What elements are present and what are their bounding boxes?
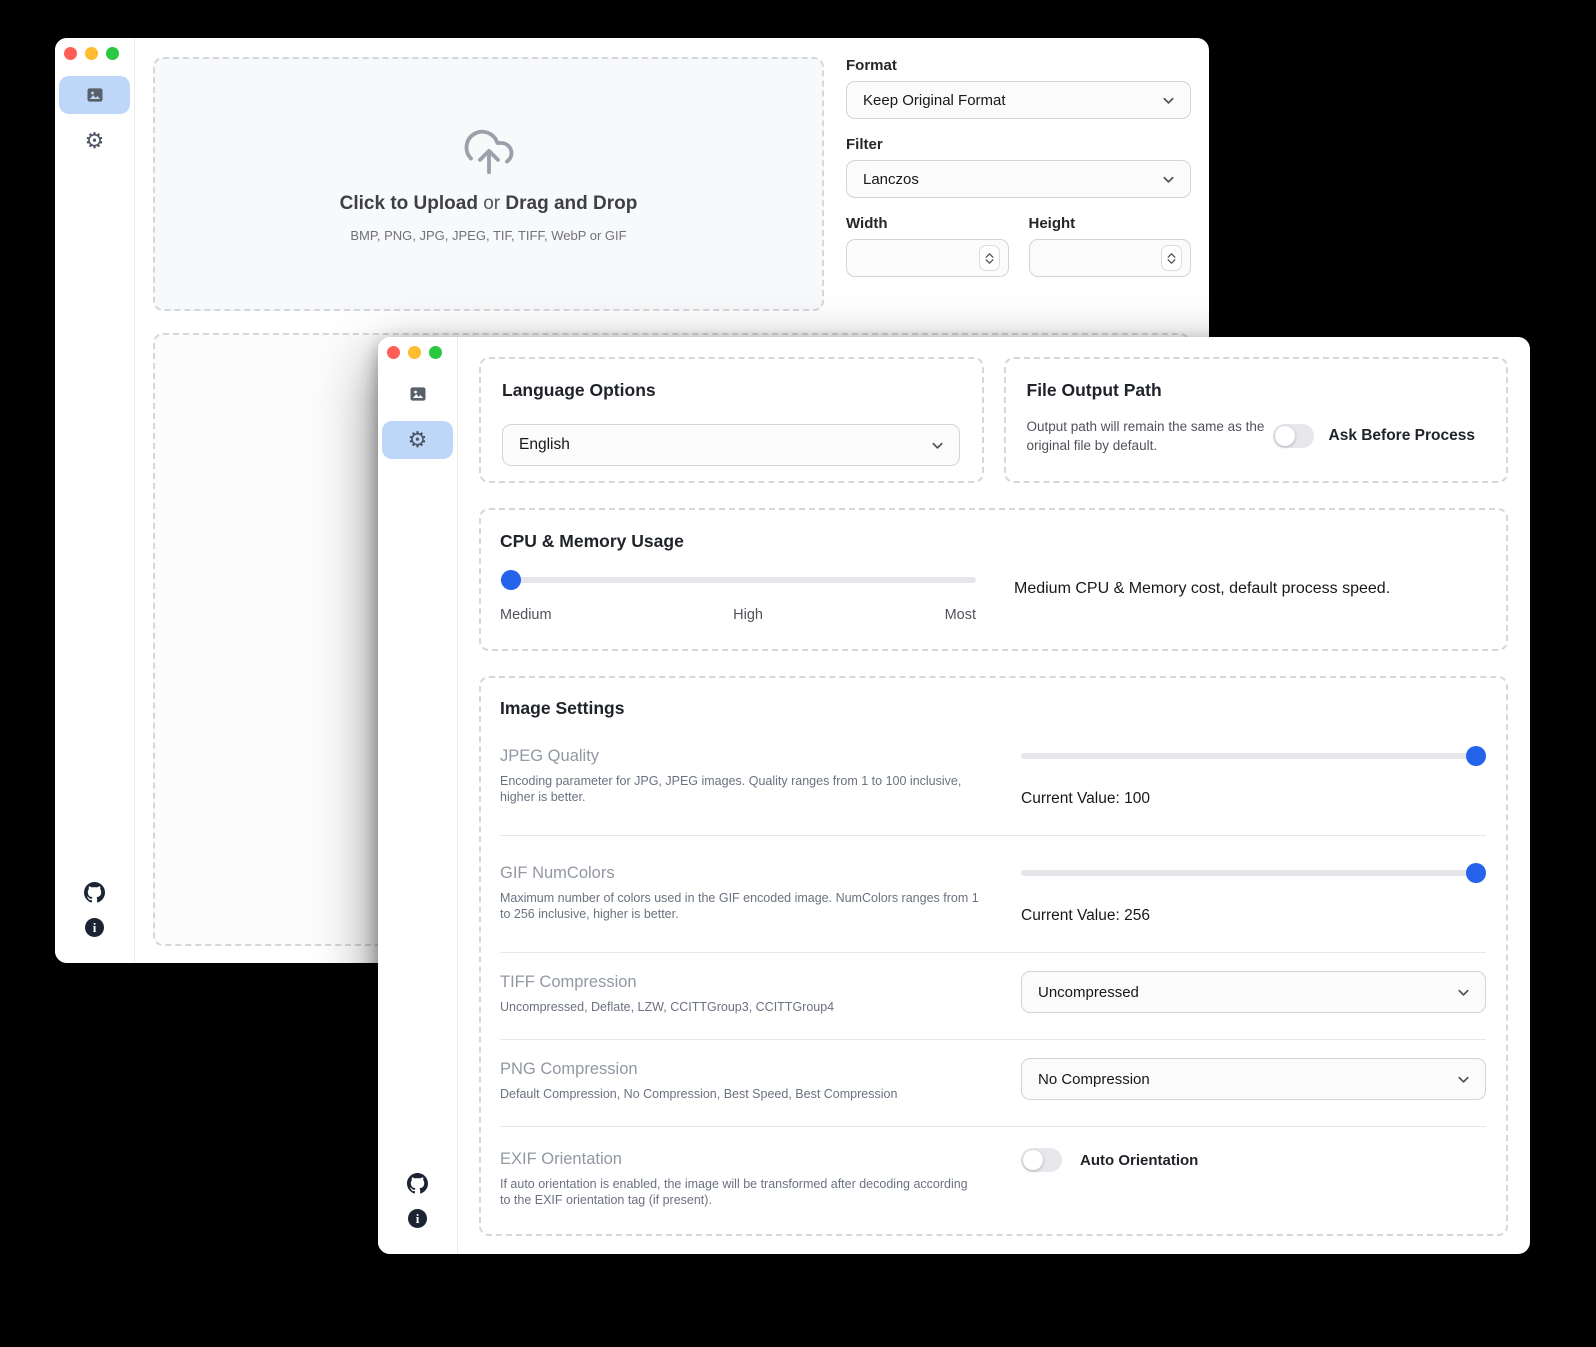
close-button[interactable] (387, 346, 400, 359)
cpu-tick-high: High (733, 607, 763, 623)
gear-icon: ⚙ (408, 429, 428, 451)
filter-select-value: Lanczos (863, 171, 919, 188)
sidebar: ⚙ i (378, 337, 458, 1254)
filter-label: Filter (846, 136, 1191, 153)
setting-title: GIF NumColors (500, 862, 980, 884)
output-path-description: Output path will remain the same as the … (1027, 417, 1267, 455)
setting-description: Uncompressed, Deflate, LZW, CCITTGroup3,… (500, 999, 980, 1015)
info-icon[interactable]: i (85, 918, 104, 937)
tiff-compression-value: Uncompressed (1038, 984, 1139, 1001)
sidebar: ⚙ i (55, 38, 135, 963)
setting-row-jpeg-quality: JPEG Quality Encoding parameter for JPG,… (500, 719, 1486, 836)
slider-thumb[interactable] (1466, 863, 1486, 883)
setting-row-exif-orientation: EXIF Orientation If auto orientation is … (500, 1127, 1486, 1234)
chevron-down-icon (930, 438, 945, 453)
cloud-upload-icon (462, 125, 516, 179)
upload-supported-formats: BMP, PNG, JPG, JPEG, TIF, TIFF, WebP or … (350, 228, 626, 243)
language-options-title: Language Options (502, 380, 960, 401)
gif-numcolors-slider[interactable] (1021, 863, 1486, 883)
sidebar-item-images[interactable] (59, 76, 130, 114)
info-icon[interactable]: i (408, 1209, 427, 1228)
setting-row-png-compression: PNG Compression Default Compression, No … (500, 1040, 1486, 1127)
setting-title: JPEG Quality (500, 745, 980, 767)
gear-icon: ⚙ (85, 130, 105, 152)
auto-orientation-label: Auto Orientation (1080, 1152, 1198, 1169)
width-label: Width (846, 215, 1009, 232)
minimize-button[interactable] (408, 346, 421, 359)
width-input[interactable] (846, 239, 1009, 277)
sidebar-item-settings[interactable]: ⚙ (59, 122, 130, 160)
file-output-path-section: File Output Path Output path will remain… (1004, 357, 1509, 483)
format-select[interactable]: Keep Original Format (846, 81, 1191, 119)
setting-title: EXIF Orientation (500, 1148, 980, 1170)
setting-title: TIFF Compression (500, 971, 980, 993)
upload-title: Click to Upload or Drag and Drop (340, 193, 638, 215)
setting-description: Default Compression, No Compression, Bes… (500, 1086, 980, 1102)
slider-thumb[interactable] (1466, 746, 1486, 766)
cpu-memory-section: CPU & Memory Usage Medium High Most Medi… (479, 508, 1508, 651)
slider-thumb[interactable] (501, 570, 521, 590)
gif-numcolors-current-value: Current Value: 256 (1021, 907, 1486, 925)
cpu-tick-most: Most (945, 607, 976, 623)
close-button[interactable] (64, 47, 77, 60)
height-label: Height (1029, 215, 1192, 232)
github-icon[interactable] (407, 1173, 428, 1194)
auto-orientation-toggle[interactable] (1021, 1148, 1062, 1172)
language-options-section: Language Options English (479, 357, 984, 483)
filter-select[interactable]: Lanczos (846, 160, 1191, 198)
png-compression-select[interactable]: No Compression (1021, 1058, 1486, 1100)
settings-window: ⚙ i Language Options English (378, 337, 1530, 1254)
png-compression-value: No Compression (1038, 1071, 1150, 1088)
language-select-value: English (519, 436, 570, 454)
chevron-down-icon (1456, 985, 1471, 1000)
setting-row-tiff-compression: TIFF Compression Uncompressed, Deflate, … (500, 953, 1486, 1040)
minimize-button[interactable] (85, 47, 98, 60)
upload-dropzone[interactable]: Click to Upload or Drag and Drop BMP, PN… (153, 57, 824, 311)
window-controls (387, 346, 442, 359)
setting-title: PNG Compression (500, 1058, 980, 1080)
zoom-button[interactable] (429, 346, 442, 359)
sidebar-item-settings[interactable]: ⚙ (382, 421, 453, 459)
setting-description: Maximum number of colors used in the GIF… (500, 890, 980, 922)
ask-before-process-label: Ask Before Process (1329, 427, 1475, 445)
format-label: Format (846, 57, 1191, 74)
format-select-value: Keep Original Format (863, 92, 1006, 109)
chevron-down-icon (1456, 1072, 1471, 1087)
width-stepper[interactable] (979, 245, 1000, 271)
cpu-status-text: Medium CPU & Memory cost, default proces… (1014, 570, 1390, 623)
github-icon[interactable] (84, 882, 105, 903)
setting-description: If auto orientation is enabled, the imag… (500, 1176, 980, 1208)
zoom-button[interactable] (106, 47, 119, 60)
ask-before-process-toggle[interactable] (1273, 424, 1314, 448)
convert-options-panel: Format Keep Original Format Filter Lancz… (846, 57, 1191, 277)
image-icon (408, 384, 428, 404)
chevron-down-icon (1161, 172, 1176, 187)
height-input[interactable] (1029, 239, 1192, 277)
chevron-down-icon (1161, 93, 1176, 108)
window-controls (64, 47, 119, 60)
height-stepper[interactable] (1161, 245, 1182, 271)
jpeg-quality-slider[interactable] (1021, 746, 1486, 766)
cpu-tick-medium: Medium (500, 607, 552, 623)
sidebar-item-images[interactable] (382, 375, 453, 413)
cpu-memory-title: CPU & Memory Usage (500, 531, 1486, 552)
file-output-path-title: File Output Path (1027, 380, 1485, 401)
cpu-memory-slider[interactable] (500, 570, 976, 590)
setting-row-gif-numcolors: GIF NumColors Maximum number of colors u… (500, 836, 1486, 953)
setting-description: Encoding parameter for JPG, JPEG images.… (500, 773, 980, 805)
language-select[interactable]: English (502, 424, 960, 466)
image-settings-title: Image Settings (500, 698, 1486, 719)
image-settings-section: Image Settings JPEG Quality Encoding par… (479, 676, 1508, 1236)
image-icon (85, 85, 105, 105)
tiff-compression-select[interactable]: Uncompressed (1021, 971, 1486, 1013)
jpeg-quality-current-value: Current Value: 100 (1021, 790, 1486, 808)
